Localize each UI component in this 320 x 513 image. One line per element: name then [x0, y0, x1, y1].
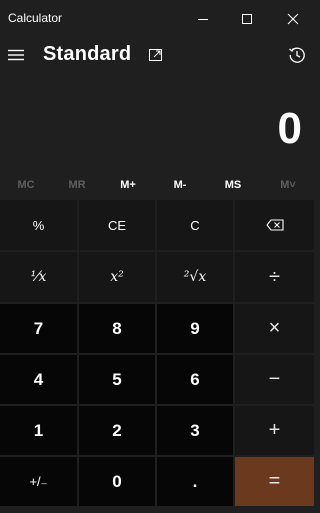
digit-0-button[interactable]: 0 — [79, 457, 155, 506]
equals-label: = — [268, 470, 281, 492]
digit-3-label: 3 — [190, 420, 200, 440]
digit-0-label: 0 — [112, 471, 122, 491]
backspace-icon — [265, 219, 284, 231]
digit-3-button[interactable]: 3 — [157, 406, 233, 455]
negate-label: +/₋ — [29, 473, 48, 489]
history-button[interactable] — [285, 42, 309, 68]
close-icon — [287, 13, 299, 25]
add-button[interactable]: + — [235, 406, 314, 455]
decimal-label: . — [192, 471, 198, 491]
minimize-button[interactable] — [180, 0, 226, 38]
percent-button[interactable]: % — [0, 200, 77, 250]
menu-button[interactable] — [4, 41, 28, 69]
subtract-label: − — [268, 368, 281, 390]
digit-8-label: 8 — [112, 318, 122, 338]
digit-2-button[interactable]: 2 — [79, 406, 155, 455]
negate-button[interactable]: +/₋ — [0, 457, 77, 506]
memory-row: MC MR M+ M- MS M˅ — [0, 172, 318, 198]
result-display: 0 — [277, 104, 302, 153]
memory-clear-button[interactable]: MC — [0, 172, 52, 198]
divide-label: ÷ — [269, 265, 280, 288]
clear-button[interactable]: C — [157, 200, 233, 250]
clear-entry-label: CE — [107, 217, 127, 233]
reciprocal-label: ⅟x — [30, 269, 47, 285]
square-root-button[interactable]: ²√x — [157, 252, 233, 302]
decimal-button[interactable]: . — [157, 457, 233, 506]
multiply-label: × — [268, 317, 281, 339]
backspace-button[interactable] — [235, 200, 314, 250]
square-label: x² — [110, 269, 124, 285]
digit-4-button[interactable]: 4 — [0, 355, 77, 404]
percent-label: % — [32, 217, 45, 233]
divide-button[interactable]: ÷ — [235, 252, 314, 302]
digit-6-button[interactable]: 6 — [157, 355, 233, 404]
digit-1-label: 1 — [33, 420, 44, 440]
memory-list-button[interactable]: M˅ — [262, 172, 314, 198]
hamburger-icon — [8, 49, 24, 61]
square-root-label: ²√x — [183, 269, 207, 285]
title-bar: Calculator — [0, 0, 318, 38]
mode-title: Standard — [43, 43, 132, 65]
memory-store-button[interactable]: MS — [207, 172, 259, 198]
maximize-icon — [242, 14, 252, 24]
digit-5-button[interactable]: 5 — [79, 355, 155, 404]
square-button[interactable]: x² — [79, 252, 155, 302]
keep-on-top-button[interactable] — [144, 42, 168, 68]
subtract-button[interactable]: − — [235, 355, 314, 404]
digit-9-label: 9 — [190, 318, 200, 338]
minimize-icon — [198, 19, 208, 20]
memory-add-button[interactable]: M+ — [102, 172, 154, 198]
close-button[interactable] — [270, 0, 316, 38]
digit-1-button[interactable]: 1 — [0, 406, 77, 455]
memory-subtract-button[interactable]: M- — [154, 172, 206, 198]
digit-7-label: 7 — [33, 318, 44, 338]
window-title: Calculator — [8, 11, 63, 25]
history-icon — [289, 47, 305, 63]
digit-2-label: 2 — [112, 420, 122, 440]
equals-button[interactable]: = — [235, 457, 314, 506]
add-label: + — [268, 419, 281, 441]
digit-6-label: 6 — [190, 369, 200, 389]
clear-label: C — [190, 217, 200, 233]
multiply-button[interactable]: × — [235, 304, 314, 353]
digit-4-label: 4 — [33, 369, 44, 389]
memory-recall-button[interactable]: MR — [51, 172, 103, 198]
calculator-window: Calculator Standard 0 MC MR M+ M- MS M˅ … — [0, 0, 318, 513]
reciprocal-button[interactable]: ⅟x — [0, 252, 77, 302]
digit-9-button[interactable]: 9 — [157, 304, 233, 353]
maximize-button[interactable] — [224, 0, 270, 38]
digit-8-button[interactable]: 8 — [79, 304, 155, 353]
digit-5-label: 5 — [112, 369, 122, 389]
keep-on-top-icon — [149, 49, 162, 61]
digit-7-button[interactable]: 7 — [0, 304, 77, 353]
clear-entry-button[interactable]: CE — [79, 200, 155, 250]
